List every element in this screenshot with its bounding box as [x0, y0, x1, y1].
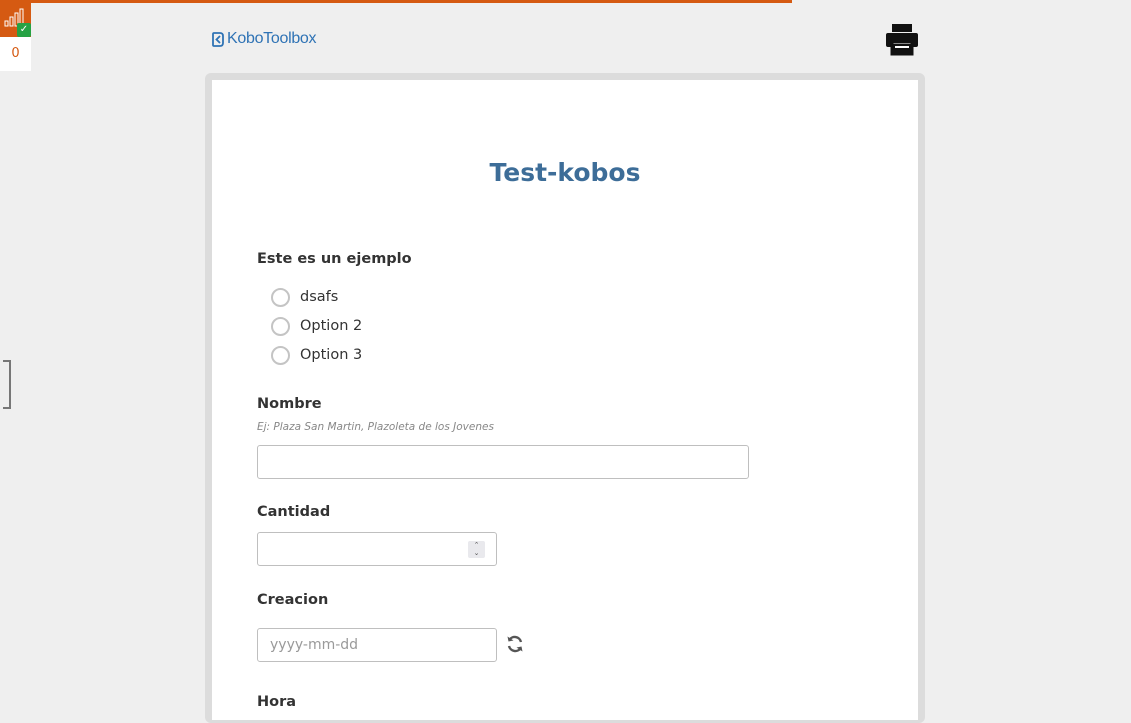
- kobotoolbox-logo: KoboToolbox: [212, 29, 317, 49]
- question-label-creacion: Creacion: [257, 592, 329, 608]
- progress-fill: [0, 0, 792, 3]
- kobo-logo-icon: [212, 31, 224, 47]
- radio-label: Option 3: [300, 347, 363, 363]
- date-placeholder: yyyy-mm-dd: [270, 637, 359, 653]
- queue-count: 0: [11, 46, 20, 61]
- question-label-cantidad: Cantidad: [257, 504, 331, 520]
- radio-button[interactable]: [271, 345, 290, 365]
- cantidad-number-input[interactable]: ⌃ ⌄: [257, 532, 497, 566]
- side-drawer-handle[interactable]: [3, 360, 11, 409]
- hint-nombre: Ej: Plaza San Martin, Plazoleta de los J…: [257, 421, 494, 433]
- question-label-ejemplo: Este es un ejemplo: [257, 251, 412, 267]
- radio-option-3[interactable]: Option 3: [271, 345, 362, 365]
- nombre-text-input[interactable]: [257, 445, 749, 479]
- queue-widget-header: ✓: [0, 0, 31, 37]
- question-label-nombre: Nombre: [257, 396, 322, 412]
- radio-option-2[interactable]: Option 2: [271, 316, 362, 336]
- radio-label: dsafs: [300, 289, 339, 305]
- radio-label: Option 2: [300, 318, 363, 334]
- question-label-hora: Hora: [257, 694, 297, 710]
- printer-icon[interactable]: [884, 22, 920, 56]
- form-title: Test-kobos: [489, 158, 641, 187]
- radio-button[interactable]: [271, 316, 290, 336]
- progress-bar: [0, 0, 1131, 3]
- check-icon: ✓: [17, 23, 31, 37]
- refresh-icon[interactable]: [505, 634, 525, 654]
- radio-button[interactable]: [271, 287, 290, 307]
- offline-queue-widget[interactable]: ✓ 0: [0, 0, 31, 71]
- number-spinner[interactable]: ⌃ ⌄: [468, 541, 485, 558]
- radio-option-1[interactable]: dsafs: [271, 287, 338, 307]
- logo-text: KoboToolbox: [227, 30, 317, 47]
- creacion-date-input[interactable]: yyyy-mm-dd: [257, 628, 497, 662]
